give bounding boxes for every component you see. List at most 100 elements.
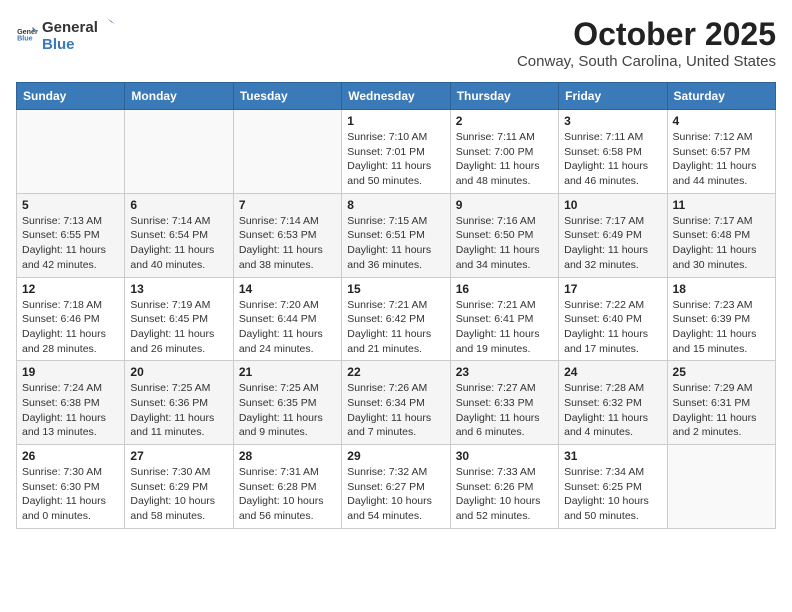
svg-text:Blue: Blue — [17, 35, 33, 43]
calendar-week-row: 26 Sunrise: 7:30 AM Sunset: 6:30 PM Dayli… — [17, 445, 776, 529]
header-saturday: Saturday — [667, 83, 775, 110]
calendar-day-empty — [233, 110, 341, 194]
calendar-week-row: 12 Sunrise: 7:18 AM Sunset: 6:46 PM Dayli… — [17, 277, 776, 361]
calendar-week-row: 1Sunrise: 7:10 AM Sunset: 7:01 PM Daylig… — [17, 110, 776, 194]
day-number: 24 — [564, 365, 661, 379]
header-sunday: Sunday — [17, 83, 125, 110]
header-friday: Friday — [559, 83, 667, 110]
day-detail: Sunrise: 7:18 AM Sunset: 6:46 PM Dayligh… — [22, 298, 119, 357]
logo-general-text: General — [42, 19, 98, 36]
calendar-day-28: 28Sunrise: 7:31 AM Sunset: 6:28 PM Dayli… — [233, 445, 341, 529]
day-number: 29 — [347, 449, 444, 463]
day-detail: Sunrise: 7:21 AM Sunset: 6:42 PM Dayligh… — [347, 298, 444, 357]
calendar-day-13: 13Sunrise: 7:19 AM Sunset: 6:45 PM Dayli… — [125, 277, 233, 361]
day-number: 20 — [130, 365, 227, 379]
header-monday: Monday — [125, 83, 233, 110]
day-detail: Sunrise: 7:29 AM Sunset: 6:31 PM Dayligh… — [673, 381, 770, 440]
header-tuesday: Tuesday — [233, 83, 341, 110]
calendar-day-10: 10 Sunrise: 7:17 AM Sunset: 6:49 PM Dayli… — [559, 193, 667, 277]
day-number: 26 — [22, 449, 119, 463]
day-number: 28 — [239, 449, 336, 463]
day-detail: Sunrise: 7:30 AM Sunset: 6:29 PM Dayligh… — [130, 465, 227, 524]
calendar-day-empty — [125, 110, 233, 194]
calendar-day-1: 1Sunrise: 7:10 AM Sunset: 7:01 PM Daylig… — [342, 110, 450, 194]
day-number: 2 — [456, 114, 553, 128]
calendar-week-row: 5Sunrise: 7:13 AM Sunset: 6:55 PM Daylig… — [17, 193, 776, 277]
day-detail: Sunrise: 7:28 AM Sunset: 6:32 PM Dayligh… — [564, 381, 661, 440]
day-number: 9 — [456, 198, 553, 212]
header-thursday: Thursday — [450, 83, 558, 110]
day-number: 16 — [456, 282, 553, 296]
calendar-day-7: 7 Sunrise: 7:14 AM Sunset: 6:53 PM Daylig… — [233, 193, 341, 277]
calendar-day-5: 5Sunrise: 7:13 AM Sunset: 6:55 PM Daylig… — [17, 193, 125, 277]
day-detail: Sunrise: 7:26 AM Sunset: 6:34 PM Dayligh… — [347, 381, 444, 440]
day-number: 17 — [564, 282, 661, 296]
day-detail: Sunrise: 7:25 AM Sunset: 6:36 PM Dayligh… — [130, 381, 227, 440]
day-detail: Sunrise: 7:10 AM Sunset: 7:01 PM Dayligh… — [347, 130, 444, 189]
day-number: 8 — [347, 198, 444, 212]
calendar-day-20: 20 Sunrise: 7:25 AM Sunset: 6:36 PM Dayli… — [125, 361, 233, 445]
day-detail: Sunrise: 7:17 AM Sunset: 6:48 PM Dayligh… — [673, 214, 770, 273]
day-number: 23 — [456, 365, 553, 379]
calendar-day-26: 26 Sunrise: 7:30 AM Sunset: 6:30 PM Dayli… — [17, 445, 125, 529]
location-text: Conway, South Carolina, United States — [517, 53, 776, 70]
header-wednesday: Wednesday — [342, 83, 450, 110]
day-number: 6 — [130, 198, 227, 212]
calendar-day-12: 12 Sunrise: 7:18 AM Sunset: 6:46 PM Dayli… — [17, 277, 125, 361]
calendar-day-24: 24 Sunrise: 7:28 AM Sunset: 6:32 PM Dayli… — [559, 361, 667, 445]
day-number: 12 — [22, 282, 119, 296]
logo-blue-text: Blue — [42, 36, 75, 53]
title-block: October 2025 Conway, South Carolina, Uni… — [517, 16, 776, 70]
day-detail: Sunrise: 7:14 AM Sunset: 6:53 PM Dayligh… — [239, 214, 336, 273]
calendar-day-23: 23 Sunrise: 7:27 AM Sunset: 6:33 PM Dayli… — [450, 361, 558, 445]
day-number: 30 — [456, 449, 553, 463]
day-number: 15 — [347, 282, 444, 296]
day-number: 25 — [673, 365, 770, 379]
calendar-day-4: 4 Sunrise: 7:12 AM Sunset: 6:57 PM Daylig… — [667, 110, 775, 194]
month-title: October 2025 — [517, 16, 776, 53]
day-detail: Sunrise: 7:30 AM Sunset: 6:30 PM Dayligh… — [22, 465, 119, 524]
day-detail: Sunrise: 7:17 AM Sunset: 6:49 PM Dayligh… — [564, 214, 661, 273]
calendar-day-30: 30 Sunrise: 7:33 AM Sunset: 6:26 PM Dayli… — [450, 445, 558, 529]
calendar-day-2: 2Sunrise: 7:11 AM Sunset: 7:00 PM Daylig… — [450, 110, 558, 194]
calendar-table: SundayMondayTuesdayWednesdayThursdayFrid… — [16, 82, 776, 529]
logo-icon: General Blue — [16, 24, 38, 46]
day-detail: Sunrise: 7:12 AM Sunset: 6:57 PM Dayligh… — [673, 130, 770, 189]
day-number: 10 — [564, 198, 661, 212]
day-detail: Sunrise: 7:11 AM Sunset: 6:58 PM Dayligh… — [564, 130, 661, 189]
day-number: 4 — [673, 114, 770, 128]
calendar-week-row: 19 Sunrise: 7:24 AM Sunset: 6:38 PM Dayli… — [17, 361, 776, 445]
day-number: 31 — [564, 449, 661, 463]
day-detail: Sunrise: 7:15 AM Sunset: 6:51 PM Dayligh… — [347, 214, 444, 273]
day-detail: Sunrise: 7:33 AM Sunset: 6:26 PM Dayligh… — [456, 465, 553, 524]
day-detail: Sunrise: 7:20 AM Sunset: 6:44 PM Dayligh… — [239, 298, 336, 357]
day-number: 21 — [239, 365, 336, 379]
calendar-day-9: 9Sunrise: 7:16 AM Sunset: 6:50 PM Daylig… — [450, 193, 558, 277]
day-number: 22 — [347, 365, 444, 379]
day-detail: Sunrise: 7:27 AM Sunset: 6:33 PM Dayligh… — [456, 381, 553, 440]
day-detail: Sunrise: 7:24 AM Sunset: 6:38 PM Dayligh… — [22, 381, 119, 440]
calendar-day-15: 15 Sunrise: 7:21 AM Sunset: 6:42 PM Dayli… — [342, 277, 450, 361]
day-number: 19 — [22, 365, 119, 379]
calendar-day-18: 18Sunrise: 7:23 AM Sunset: 6:39 PM Dayli… — [667, 277, 775, 361]
calendar-day-16: 16 Sunrise: 7:21 AM Sunset: 6:41 PM Dayli… — [450, 277, 558, 361]
calendar-day-17: 17 Sunrise: 7:22 AM Sunset: 6:40 PM Dayli… — [559, 277, 667, 361]
calendar-day-empty — [17, 110, 125, 194]
calendar-day-8: 8 Sunrise: 7:15 AM Sunset: 6:51 PM Daylig… — [342, 193, 450, 277]
calendar-day-27: 27 Sunrise: 7:30 AM Sunset: 6:29 PM Dayli… — [125, 445, 233, 529]
calendar-day-19: 19 Sunrise: 7:24 AM Sunset: 6:38 PM Dayli… — [17, 361, 125, 445]
day-number: 3 — [564, 114, 661, 128]
day-number: 14 — [239, 282, 336, 296]
day-detail: Sunrise: 7:21 AM Sunset: 6:41 PM Dayligh… — [456, 298, 553, 357]
day-number: 27 — [130, 449, 227, 463]
day-detail: Sunrise: 7:22 AM Sunset: 6:40 PM Dayligh… — [564, 298, 661, 357]
day-detail: Sunrise: 7:34 AM Sunset: 6:25 PM Dayligh… — [564, 465, 661, 524]
calendar-day-22: 22 Sunrise: 7:26 AM Sunset: 6:34 PM Dayli… — [342, 361, 450, 445]
page-header: General Blue General Blue October 2025 C… — [16, 16, 776, 70]
day-number: 7 — [239, 198, 336, 212]
calendar-day-14: 14 Sunrise: 7:20 AM Sunset: 6:44 PM Dayli… — [233, 277, 341, 361]
calendar-day-6: 6Sunrise: 7:14 AM Sunset: 6:54 PM Daylig… — [125, 193, 233, 277]
calendar-header-row: SundayMondayTuesdayWednesdayThursdayFrid… — [17, 83, 776, 110]
day-detail: Sunrise: 7:23 AM Sunset: 6:39 PM Dayligh… — [673, 298, 770, 357]
day-detail: Sunrise: 7:32 AM Sunset: 6:27 PM Dayligh… — [347, 465, 444, 524]
